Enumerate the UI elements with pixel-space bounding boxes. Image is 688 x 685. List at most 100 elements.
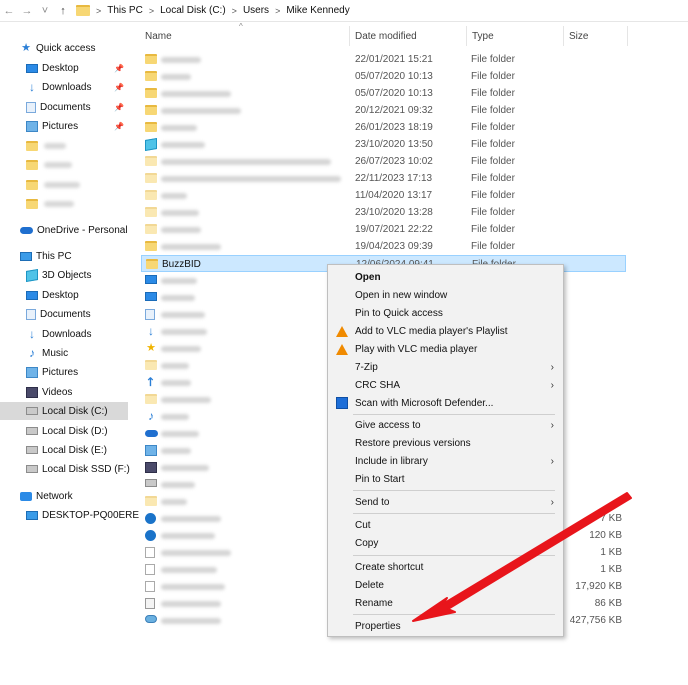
sidebar-item-label: Videos <box>42 386 73 398</box>
sidebar-item-network-pc[interactable]: DESKTOP-PQ00ERE <box>26 506 154 524</box>
menu-item-pin-quick-access[interactable]: Pin to Quick access <box>328 304 563 322</box>
table-row[interactable]: 20/12/2021 09:32 File folder <box>141 102 626 119</box>
redacted-name <box>161 346 201 352</box>
sidebar-item-documents[interactable]: Documents <box>26 305 154 323</box>
menu-item-label: Scan with Microsoft Defender... <box>355 397 494 409</box>
forward-icon[interactable]: → <box>18 1 36 21</box>
sidebar-item-3d-objects[interactable]: 3D Objects <box>26 266 154 284</box>
sidebar-item-downloads[interactable]: ↓ Downloads <box>26 325 154 343</box>
sidebar-item-desktop[interactable]: Desktop <box>26 286 154 304</box>
table-row[interactable]: 19/07/2021 22:22 File folder <box>141 221 626 238</box>
menu-item-include-library[interactable]: Include in library › <box>328 452 563 470</box>
column-header-date[interactable]: Date modified <box>355 26 417 46</box>
sidebar-item-label: Quick access <box>36 42 96 54</box>
breadcrumb-user-folder[interactable]: Mike Kennedy <box>286 5 349 16</box>
table-row[interactable]: 22/11/2023 17:13 File folder <box>141 170 626 187</box>
table-row[interactable]: 19/04/2023 09:39 File folder <box>141 238 626 255</box>
menu-item-properties[interactable]: Properties <box>328 617 563 635</box>
menu-item-defender-scan[interactable]: Scan with Microsoft Defender... <box>328 394 563 412</box>
column-header-name[interactable]: Name <box>145 26 172 46</box>
sidebar-item-pinned-folder[interactable] <box>26 137 154 155</box>
sidebar-item-pinned-folder[interactable] <box>26 195 154 213</box>
table-row[interactable]: 22/01/2021 15:21 File folder <box>141 51 626 68</box>
column-divider[interactable] <box>349 26 350 46</box>
sidebar-item-pictures[interactable]: Pictures <box>26 363 154 381</box>
menu-item-delete[interactable]: Delete <box>328 576 563 594</box>
menu-item-vlc-playlist[interactable]: Add to VLC media player's Playlist <box>328 322 563 340</box>
sidebar-onedrive[interactable]: OneDrive - Personal <box>20 221 148 239</box>
breadcrumb[interactable]: > This PC > Local Disk (C:) > Users > Mi… <box>76 1 350 21</box>
table-row[interactable]: 26/01/2023 18:19 File folder <box>141 119 626 136</box>
column-divider[interactable] <box>627 26 628 46</box>
sidebar-item-pictures[interactable]: Pictures <box>26 117 154 135</box>
menu-item-open[interactable]: Open <box>328 268 563 286</box>
table-row[interactable]: 05/07/2020 10:13 File folder <box>141 85 626 102</box>
desktop-icon <box>26 63 38 73</box>
column-header-size[interactable]: Size <box>569 26 588 46</box>
sidebar-quick-access[interactable]: ★ Quick access <box>20 39 148 57</box>
menu-item-7zip[interactable]: 7-Zip › <box>328 358 563 376</box>
menu-item-rename[interactable]: Rename <box>328 594 563 612</box>
file-type: File folder <box>471 173 515 184</box>
file-type: File folder <box>471 122 515 133</box>
menu-item-crc-sha[interactable]: CRC SHA › <box>328 376 563 394</box>
column-divider[interactable] <box>563 26 564 46</box>
sidebar-item-local-disk-f[interactable]: Local Disk SSD (F:) <box>26 460 154 478</box>
chevron-right-icon[interactable]: > <box>149 6 154 16</box>
sidebar-item-local-disk-d[interactable]: Local Disk (D:) <box>26 422 154 440</box>
redacted-name <box>161 142 205 148</box>
sidebar-this-pc[interactable]: This PC <box>20 247 148 265</box>
table-row[interactable]: 26/07/2023 10:02 File folder <box>141 153 626 170</box>
menu-item-restore-versions[interactable]: Restore previous versions <box>328 434 563 452</box>
drive-icon <box>26 427 38 435</box>
sidebar-item-videos[interactable]: Videos <box>26 383 154 401</box>
chevron-right-icon[interactable]: > <box>96 6 101 16</box>
drive-icon <box>26 465 38 473</box>
redacted-name <box>161 278 197 284</box>
sidebar-network[interactable]: Network <box>20 487 148 505</box>
date-modified: 23/10/2020 13:50 <box>355 139 433 150</box>
date-modified: 11/04/2020 13:17 <box>355 190 433 201</box>
menu-item-give-access[interactable]: Give access to › <box>328 416 563 434</box>
file-type: File folder <box>471 224 515 235</box>
chevron-right-icon[interactable]: > <box>275 6 280 16</box>
sidebar-item-documents[interactable]: Documents <box>26 98 154 116</box>
sidebar-item-local-disk-c[interactable]: Local Disk (C:) <box>0 402 128 420</box>
folder-icon <box>145 156 157 166</box>
table-row[interactable]: 05/07/2020 10:13 File folder <box>141 68 626 85</box>
menu-item-open-new-window[interactable]: Open in new window <box>328 286 563 304</box>
back-icon[interactable]: ← <box>0 1 18 21</box>
sidebar-item-music[interactable]: ♪ Music <box>26 344 154 362</box>
menu-item-vlc-play[interactable]: Play with VLC media player <box>328 340 563 358</box>
sidebar-item-label: Pictures <box>42 366 79 378</box>
table-row[interactable]: 23/10/2020 13:50 File folder <box>141 136 626 153</box>
sidebar-item-local-disk-e[interactable]: Local Disk (E:) <box>26 441 154 459</box>
breadcrumb-local-disk[interactable]: Local Disk (C:) <box>160 5 226 16</box>
redacted-name <box>161 125 197 131</box>
menu-item-label: Include in library <box>355 455 428 467</box>
recent-chevron-icon[interactable]: ˅ <box>36 1 54 21</box>
menu-item-create-shortcut[interactable]: Create shortcut <box>328 558 563 576</box>
sidebar-item-pinned-folder[interactable] <box>26 176 154 194</box>
contacts-icon <box>145 275 157 284</box>
up-icon[interactable]: ↑ <box>54 1 72 21</box>
cube-icon <box>145 137 157 152</box>
menu-separator <box>353 490 555 491</box>
breadcrumb-this-pc[interactable]: This PC <box>107 5 143 16</box>
chevron-right-icon[interactable]: > <box>232 6 237 16</box>
breadcrumb-users[interactable]: Users <box>243 5 269 16</box>
redacted-name <box>161 329 207 335</box>
menu-item-send-to[interactable]: Send to › <box>328 493 563 511</box>
menu-item-label: Open <box>355 271 381 283</box>
column-divider[interactable] <box>466 26 467 46</box>
sidebar-item-desktop[interactable]: Desktop <box>26 59 154 77</box>
menu-item-pin-start[interactable]: Pin to Start <box>328 470 563 488</box>
sidebar-item-pinned-folder[interactable] <box>26 156 154 174</box>
table-row[interactable]: 23/10/2020 13:28 File folder <box>141 204 626 221</box>
table-row[interactable]: 11/04/2020 13:17 File folder <box>141 187 626 204</box>
menu-item-label: Give access to <box>355 419 421 431</box>
menu-item-copy[interactable]: Copy <box>328 534 563 552</box>
menu-item-cut[interactable]: Cut <box>328 516 563 534</box>
sidebar-item-downloads[interactable]: ↓ Downloads <box>26 78 154 96</box>
column-header-type[interactable]: Type <box>472 26 494 46</box>
